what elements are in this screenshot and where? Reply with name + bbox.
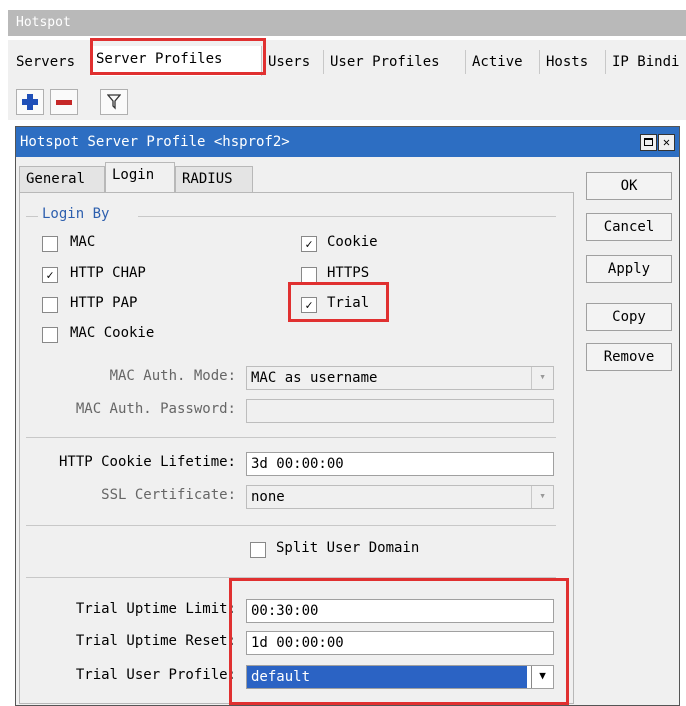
http-cookie-lifetime-label: HTTP Cookie Lifetime: bbox=[58, 454, 236, 470]
minus-icon bbox=[56, 99, 72, 105]
copy-button[interactable]: Copy bbox=[586, 303, 672, 331]
maximize-icon bbox=[644, 138, 653, 146]
dropdown-arrow-icon: ▾ bbox=[539, 370, 546, 383]
mac-checkbox-label: MAC bbox=[70, 234, 96, 250]
hotspot-tab-bar: Servers Server Profiles Users User Profi… bbox=[8, 40, 686, 81]
mac-checkbox[interactable] bbox=[42, 236, 58, 252]
tab-radius[interactable]: RADIUS bbox=[175, 166, 253, 192]
http-pap-checkbox-label: HTTP PAP bbox=[70, 295, 138, 311]
https-checkbox-label: HTTPS bbox=[327, 265, 370, 281]
login-tab-panel: Login By MAC ✓ HTTP CHAP HTTP PAP MAC Co… bbox=[19, 192, 574, 705]
trial-user-profile-label: Trial User Profile: bbox=[75, 667, 236, 683]
http-cookie-lifetime-input[interactable]: 3d 00:00:00 bbox=[246, 452, 554, 476]
tab-servers[interactable]: Servers bbox=[12, 50, 92, 74]
trial-user-profile-select[interactable]: default ▼ bbox=[246, 665, 554, 689]
filter-button[interactable] bbox=[100, 89, 128, 115]
close-icon: ✕ bbox=[662, 135, 671, 149]
http-chap-checkbox[interactable]: ✓ bbox=[42, 267, 58, 283]
tab-hosts[interactable]: Hosts bbox=[542, 50, 606, 74]
tab-users[interactable]: Users bbox=[264, 50, 324, 74]
http-chap-checkbox-label: HTTP CHAP bbox=[70, 265, 146, 281]
remove-item-button[interactable] bbox=[50, 89, 78, 115]
dialog-title: Hotspot Server Profile <hsprof2> bbox=[20, 134, 290, 150]
plus-icon bbox=[22, 94, 38, 110]
tab-ip-bindings[interactable]: IP Bindi bbox=[608, 50, 686, 74]
close-button[interactable]: ✕ bbox=[658, 134, 675, 151]
checkmark-icon: ✓ bbox=[46, 268, 54, 282]
https-checkbox[interactable] bbox=[301, 267, 317, 283]
maximize-button[interactable] bbox=[640, 134, 657, 151]
tab-login[interactable]: Login bbox=[105, 162, 175, 193]
trial-checkbox[interactable]: ✓ bbox=[301, 297, 317, 313]
trial-checkbox-label: Trial bbox=[327, 295, 370, 311]
dialog-title-bar[interactable]: Hotspot Server Profile <hsprof2> ✕ bbox=[16, 127, 679, 157]
trial-user-profile-dropdown[interactable]: ▼ bbox=[531, 666, 553, 688]
tab-user-profiles[interactable]: User Profiles bbox=[326, 50, 466, 74]
remove-button[interactable]: Remove bbox=[586, 343, 672, 371]
cookie-checkbox-label: Cookie bbox=[327, 234, 378, 250]
tab-active[interactable]: Active bbox=[468, 50, 540, 74]
dropdown-arrow-icon: ▾ bbox=[539, 489, 546, 502]
mac-auth-password-label: MAC Auth. Password: bbox=[75, 401, 236, 417]
filter-icon bbox=[107, 94, 121, 110]
trial-uptime-limit-label: Trial Uptime Limit: bbox=[75, 601, 236, 617]
trial-uptime-reset-label: Trial Uptime Reset: bbox=[75, 633, 236, 649]
trial-user-profile-value: default bbox=[247, 666, 527, 688]
tab-general[interactable]: General bbox=[19, 166, 105, 192]
mac-auth-mode-label: MAC Auth. Mode: bbox=[109, 368, 236, 384]
login-by-group-label: Login By bbox=[42, 206, 110, 222]
hotspot-window-title: Hotspot bbox=[8, 10, 686, 36]
dropdown-arrow-icon: ▼ bbox=[539, 669, 546, 682]
http-pap-checkbox[interactable] bbox=[42, 297, 58, 313]
cookie-checkbox[interactable]: ✓ bbox=[301, 236, 317, 252]
checkmark-icon: ✓ bbox=[305, 298, 313, 312]
mac-cookie-checkbox-label: MAC Cookie bbox=[70, 325, 155, 341]
ok-button[interactable]: OK bbox=[586, 172, 672, 200]
mac-auth-mode-select[interactable]: MAC as username ▾ bbox=[246, 366, 554, 390]
add-button[interactable] bbox=[16, 89, 44, 115]
hotspot-toolbar bbox=[8, 80, 686, 120]
mac-auth-password-input[interactable] bbox=[246, 399, 554, 423]
apply-button[interactable]: Apply bbox=[586, 255, 672, 283]
split-user-domain-label: Split User Domain bbox=[276, 540, 420, 556]
trial-uptime-limit-input[interactable]: 00:30:00 bbox=[246, 599, 554, 623]
mac-auth-mode-value: MAC as username bbox=[251, 370, 378, 386]
mac-auth-mode-dropdown[interactable]: ▾ bbox=[531, 367, 553, 389]
ssl-certificate-label: SSL Certificate: bbox=[101, 487, 236, 503]
trial-uptime-reset-input[interactable]: 1d 00:00:00 bbox=[246, 631, 554, 655]
checkmark-icon: ✓ bbox=[305, 237, 313, 251]
ssl-certificate-select[interactable]: none ▾ bbox=[246, 485, 554, 509]
cancel-button[interactable]: Cancel bbox=[586, 213, 672, 241]
ssl-certificate-dropdown[interactable]: ▾ bbox=[531, 486, 553, 508]
ssl-certificate-value: none bbox=[251, 489, 285, 505]
split-user-domain-checkbox[interactable] bbox=[250, 542, 266, 558]
server-profile-dialog: Hotspot Server Profile <hsprof2> ✕ Gener… bbox=[15, 126, 680, 706]
mac-cookie-checkbox[interactable] bbox=[42, 327, 58, 343]
tab-server-profiles[interactable]: Server Profiles bbox=[92, 46, 262, 76]
